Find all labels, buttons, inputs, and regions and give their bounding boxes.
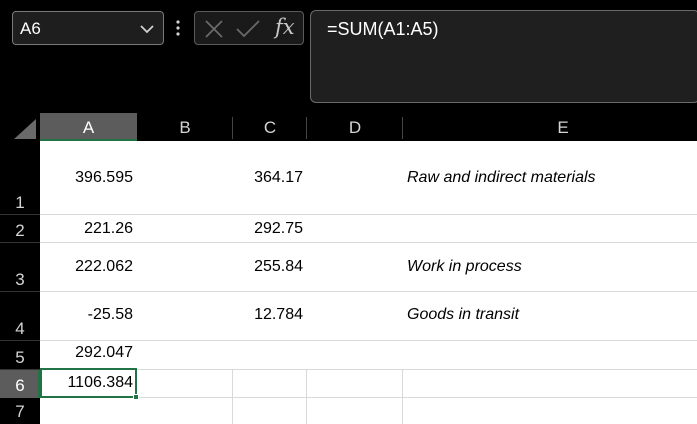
name-box-value: A6	[20, 19, 41, 38]
formula-input[interactable]: =SUM(A1:A5)	[310, 10, 697, 103]
row-header-1[interactable]: 1	[0, 141, 40, 215]
cell-area[interactable]: 396.595 221.26 222.062 -25.58 292.047 11…	[40, 141, 697, 424]
gridline	[40, 340, 697, 341]
cell-a4[interactable]: -25.58	[40, 306, 133, 324]
column-header-c[interactable]: C	[233, 113, 307, 141]
active-cell-selection[interactable]	[40, 368, 139, 400]
column-header-label: A	[82, 118, 95, 137]
spreadsheet-grid: A B C D E 1 2 3 4 5 6 7 396.595 221.26 2…	[0, 113, 697, 424]
row-header-label: 6	[15, 376, 25, 395]
column-header-e[interactable]: E	[403, 113, 697, 141]
fill-handle[interactable]	[133, 394, 139, 400]
cell-c4[interactable]: 12.784	[233, 306, 303, 324]
cell-a2[interactable]: 221.26	[40, 220, 133, 238]
cancel-x-icon[interactable]	[203, 18, 225, 40]
column-header-label: D	[348, 118, 362, 137]
name-box[interactable]: A6	[12, 11, 164, 45]
cell-c1[interactable]: 364.17	[233, 169, 303, 187]
formula-buttons: fx	[194, 11, 304, 45]
row-header-label: 7	[15, 402, 25, 421]
row-header-2[interactable]: 2	[0, 215, 40, 243]
row-header-label: 1	[15, 193, 25, 212]
formula-text: =SUM(A1:A5)	[327, 19, 439, 39]
insert-function-icon[interactable]: fx	[275, 15, 295, 39]
select-all-triangle-icon	[14, 119, 36, 139]
cell-e4[interactable]: Goods in transit	[407, 306, 519, 324]
enter-checkmark-icon[interactable]	[235, 18, 261, 40]
column-header-label: E	[557, 118, 569, 137]
select-all-corner[interactable]	[0, 113, 40, 141]
vertical-ellipsis-icon[interactable]	[173, 18, 183, 38]
row-header-5[interactable]: 5	[0, 341, 40, 370]
gridline	[40, 214, 697, 215]
column-header-a[interactable]: A	[40, 113, 137, 141]
gridline	[40, 242, 697, 243]
cell-e3[interactable]: Work in process	[407, 258, 522, 276]
row-header-6[interactable]: 6	[0, 370, 40, 398]
row-header-label: 4	[15, 319, 25, 338]
row-header-label: 3	[15, 270, 25, 289]
column-header-b[interactable]: B	[137, 113, 233, 141]
chevron-down-icon[interactable]	[139, 22, 155, 36]
cell-a5[interactable]: 292.047	[40, 344, 133, 362]
cell-c2[interactable]: 292.75	[233, 220, 303, 238]
gridline	[232, 369, 233, 424]
row-header-7[interactable]: 7	[0, 398, 40, 424]
gridline	[402, 369, 403, 424]
row-header-label: 2	[15, 221, 25, 240]
cell-e1[interactable]: Raw and indirect materials	[407, 169, 596, 187]
column-header-label: C	[263, 118, 277, 137]
cell-c3[interactable]: 255.84	[233, 258, 303, 276]
row-header-label: 5	[15, 348, 25, 367]
cell-a3[interactable]: 222.062	[40, 258, 133, 276]
gridline	[40, 369, 697, 370]
cell-a1[interactable]: 396.595	[40, 169, 133, 187]
formula-bar-area: A6 fx =SUM(A1:A5)	[0, 0, 697, 113]
gridline	[306, 369, 307, 424]
gridline	[40, 291, 697, 292]
row-header-4[interactable]: 4	[0, 292, 40, 341]
column-header-label: B	[179, 118, 191, 137]
row-header-3[interactable]: 3	[0, 243, 40, 292]
column-header-d[interactable]: D	[307, 113, 403, 141]
